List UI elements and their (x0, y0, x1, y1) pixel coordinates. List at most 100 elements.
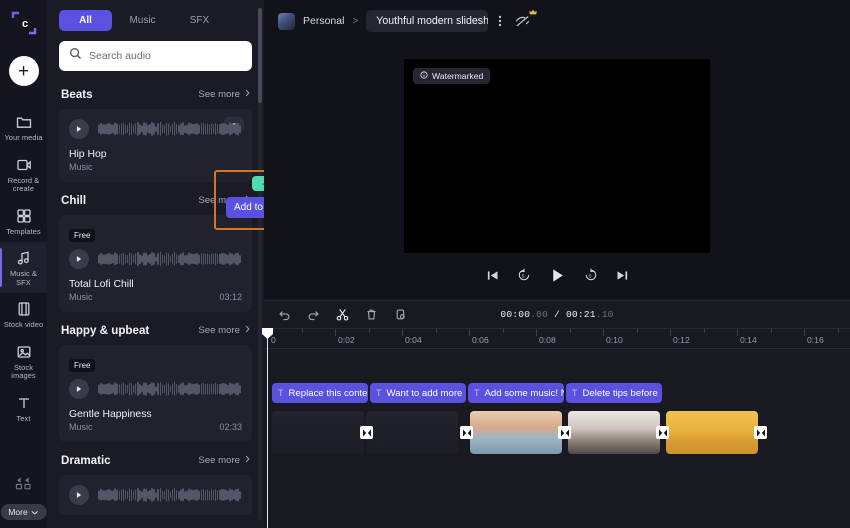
sidebar-item-your-media[interactable]: Your media (0, 106, 47, 149)
image-icon (15, 343, 33, 361)
audio-card-gentle-happiness[interactable]: Free Gentle Happiness Music 02:33 (59, 345, 252, 442)
project-title-input[interactable]: Youthful modern slidesh (366, 10, 489, 32)
sidebar-item-music-sfx[interactable]: Music & SFX (0, 242, 47, 294)
sidebar-item-label: Your media (4, 133, 43, 142)
add-to-timeline-plus-button[interactable]: + (252, 176, 264, 191)
transition-5[interactable] (754, 426, 767, 439)
clip-5[interactable] (666, 411, 758, 454)
sidebar-item-stock-images[interactable]: Stock images (0, 336, 47, 387)
split-button[interactable] (336, 308, 349, 321)
text-icon (15, 394, 33, 412)
text-clip-label: Replace this conter (288, 387, 369, 399)
timeline-ruler[interactable]: 0 0:02 0:04 0:06 0:08 0:10 0:12 0:14 0:16 (264, 328, 850, 349)
add-media-button[interactable]: + (8, 56, 39, 86)
tab-sfx[interactable]: SFX (173, 10, 226, 31)
tab-music[interactable]: Music (116, 10, 169, 31)
film-icon (15, 300, 33, 318)
play-icon[interactable] (69, 379, 89, 399)
watermark-badge: Watermarked (413, 67, 491, 84)
see-more-dramatic[interactable]: See more (198, 455, 250, 466)
audio-card-meta: Music 02:33 (69, 422, 242, 432)
ruler-label: 0:14 (740, 335, 757, 345)
play-icon[interactable] (69, 119, 89, 139)
music-sfx-panel: All Music SFX Beats See more (47, 0, 264, 528)
clip-1[interactable] (272, 411, 364, 454)
more-button[interactable]: More (0, 504, 47, 520)
undo-button[interactable] (278, 308, 291, 321)
rail-item-list: Your media Record & create Templates Mus… (0, 106, 47, 429)
ruler-tick-minor (703, 329, 705, 333)
audio-card-dramatic[interactable] (59, 475, 252, 515)
chevron-down-icon (31, 507, 39, 517)
sidebar-item-record-create[interactable]: Record & create (0, 149, 47, 200)
rewind-5-seconds-button[interactable]: 5 (517, 268, 531, 282)
left-rail: c + Your media Record & create Templates… (0, 0, 47, 528)
eye-off-icon[interactable] (512, 9, 538, 30)
delete-button[interactable] (365, 308, 378, 321)
ruler-tick-minor (837, 329, 839, 333)
ruler-tick (536, 329, 537, 336)
timeline-toolbar: 00:00.00 / 00:21.10 (264, 301, 850, 328)
tab-all[interactable]: All (59, 10, 112, 31)
audio-card-duration: 03:12 (219, 292, 242, 302)
sidebar-item-stock-video[interactable]: Stock video (0, 293, 47, 336)
text-clip[interactable]: T Add some music! N (468, 383, 564, 403)
skip-to-end-button[interactable] (616, 269, 629, 282)
search-input[interactable] (89, 50, 242, 62)
skip-to-start-button[interactable] (486, 269, 499, 282)
waveform (98, 381, 242, 397)
ruler-tick (469, 329, 470, 336)
play-button[interactable] (549, 267, 566, 284)
waveform-row (69, 379, 242, 399)
clipchamp-logo[interactable]: c (9, 8, 39, 38)
redo-button[interactable] (307, 308, 320, 321)
audio-card-duration: 02:33 (219, 422, 242, 432)
see-more-beats[interactable]: See more (198, 89, 250, 100)
transition-1[interactable] (360, 426, 373, 439)
text-clip[interactable]: T Want to add more (370, 383, 466, 403)
text-clip[interactable]: T Delete tips before (566, 383, 662, 403)
transition-2[interactable] (460, 426, 473, 439)
text-clip[interactable]: T Replace this conter (272, 383, 368, 403)
breadcrumb-workspace[interactable]: Personal (303, 15, 344, 27)
current-time: 00:00 (500, 309, 531, 320)
svg-text:5: 5 (521, 273, 524, 279)
video-canvas[interactable]: Watermarked (404, 58, 710, 253)
clip-4[interactable] (568, 411, 660, 454)
timecode-divider: / (548, 309, 566, 320)
search-container (47, 37, 264, 71)
audio-tabs: All Music SFX (47, 0, 264, 37)
watermark-label: Watermarked (432, 70, 484, 81)
see-more-label: See more (198, 455, 240, 466)
avatar[interactable] (278, 12, 295, 30)
waveform (98, 487, 242, 503)
ruler-label: 0:06 (472, 335, 489, 345)
record-icon (15, 156, 33, 174)
playhead[interactable] (262, 328, 273, 528)
sidebar-item-text[interactable]: Text (0, 387, 47, 430)
ruler-tick (402, 329, 403, 336)
text-clip-icon: T (376, 388, 382, 398)
ruler-label: 0:10 (606, 335, 623, 345)
music-note-icon (15, 249, 33, 267)
ruler-label: 0 (271, 335, 276, 345)
current-time-frac: .00 (530, 309, 549, 320)
more-label: More (8, 507, 28, 517)
transition-4[interactable] (656, 426, 669, 439)
playback-controls: 5 5 (486, 267, 629, 284)
text-clip-label: Add some music! N (484, 387, 565, 399)
sidebar-item-templates[interactable]: Templates (0, 200, 47, 243)
clip-2[interactable] (366, 411, 458, 454)
duplicate-button[interactable] (394, 308, 407, 321)
see-more-happy-upbeat[interactable]: See more (198, 325, 250, 336)
search-box[interactable] (59, 41, 252, 71)
more-options-button[interactable] (496, 12, 504, 30)
text-clip-label: Want to add more (386, 387, 463, 399)
transition-3[interactable] (558, 426, 571, 439)
play-icon[interactable] (69, 249, 89, 269)
clip-3[interactable] (470, 411, 562, 454)
forward-5-seconds-button[interactable]: 5 (584, 268, 598, 282)
transitions-icon (14, 477, 34, 496)
play-icon[interactable] (69, 485, 89, 505)
ruler-tick-minor (636, 329, 638, 333)
